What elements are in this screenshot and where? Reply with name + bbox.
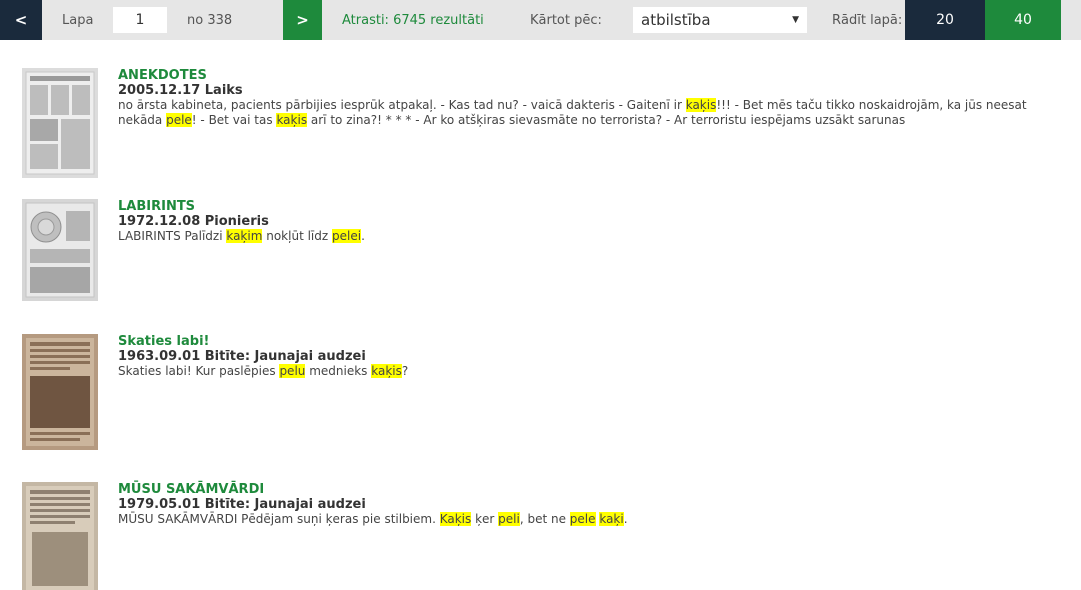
total-pages: no 338: [187, 12, 233, 28]
highlighted-term: pelu: [279, 364, 306, 378]
results-found-count: 6745 rezultāti: [393, 12, 484, 28]
pagination-toolbar: < Lapa no 338 > Atrasti: 6745 rezultāti …: [0, 0, 1081, 40]
result-date-source: 1963.09.01 Bitīte: Jaunajai audzei: [118, 349, 366, 364]
per-page-20-button[interactable]: 20: [905, 0, 985, 40]
highlighted-term: kaķis: [371, 364, 402, 378]
prev-page-button[interactable]: <: [0, 0, 42, 40]
highlighted-term: kaķi: [599, 512, 624, 526]
result-thumbnail[interactable]: [22, 199, 98, 301]
result-snippet: no ārsta kabineta, pacients pārbijies ie…: [118, 98, 1068, 128]
results-found: Atrasti: 6745 rezultāti: [322, 0, 530, 40]
chevron-down-icon: ▼: [792, 15, 799, 25]
result-item: Skaties labi! 1963.09.01 Bitīte: Jaunaja…: [22, 334, 1072, 450]
result-thumbnail[interactable]: [22, 68, 98, 178]
result-item: MŪSU SAKĀMVĀRDI 1979.05.01 Bitīte: Jauna…: [22, 482, 1072, 590]
result-info: Skaties labi! 1963.09.01 Bitīte: Jaunaja…: [118, 334, 1068, 379]
highlighted-term: kaķim: [226, 229, 263, 243]
snippet-text: mednieks: [305, 364, 372, 378]
highlighted-term: pelei: [332, 229, 362, 243]
result-snippet: MŪSU SAKĀMVĀRDI Pēdējam suņi ķeras pie s…: [118, 512, 1068, 527]
result-title[interactable]: LABIRINTS: [118, 199, 1068, 214]
newspaper-thumbnail-icon: [22, 68, 98, 178]
result-title[interactable]: ANEKDOTES: [118, 68, 1068, 83]
snippet-text: no ārsta kabineta, pacients pārbijies ie…: [118, 98, 686, 112]
highlighted-term: pele: [569, 512, 596, 526]
snippet-text: nokļūt līdz: [262, 229, 332, 243]
snippet-text: .: [623, 512, 628, 526]
per-page-40-button[interactable]: 40: [985, 0, 1061, 40]
highlighted-term: kaķis: [685, 98, 717, 112]
highlighted-term: peli: [498, 512, 520, 526]
sort-label: Kārtot pēc:: [530, 12, 602, 28]
result-date-source: 1972.12.08 Pionieris: [118, 214, 269, 229]
highlighted-term: pele: [166, 113, 192, 127]
newspaper-thumbnail-icon: [22, 199, 98, 301]
results-found-prefix: Atrasti:: [342, 12, 389, 28]
magazine-page-thumbnail-icon: [22, 482, 98, 590]
sort-select-wrap: atbilstība ▼: [633, 0, 807, 40]
snippet-text: LABIRINTS Palīdzi: [118, 229, 227, 243]
page-label: Lapa: [62, 12, 94, 28]
result-item: LABIRINTS 1972.12.08 Pionieris LABIRINTS…: [22, 199, 1072, 301]
sort-select[interactable]: atbilstība ▼: [633, 7, 807, 33]
next-page-button[interactable]: >: [283, 0, 322, 40]
magazine-page-thumbnail-icon: [22, 334, 98, 450]
page-number-input[interactable]: [113, 7, 167, 33]
result-thumbnail[interactable]: [22, 334, 98, 450]
snippet-text: ! - Bet vai tas: [191, 113, 277, 127]
result-date-source: 2005.12.17 Laiks: [118, 83, 243, 98]
snippet-text: .: [361, 229, 365, 243]
result-snippet: LABIRINTS Palīdzi kaķim nokļūt līdz pele…: [118, 229, 1068, 244]
result-item: ANEKDOTES 2005.12.17 Laiks no ārsta kabi…: [22, 68, 1072, 180]
snippet-text: ķer: [471, 512, 499, 526]
result-info: MŪSU SAKĀMVĀRDI 1979.05.01 Bitīte: Jauna…: [118, 482, 1068, 527]
snippet-text: ?: [401, 364, 409, 378]
result-date-source: 1979.05.01 Bitīte: Jaunajai audzei: [118, 497, 366, 512]
snippet-text: , bet ne: [519, 512, 570, 526]
result-title[interactable]: MŪSU SAKĀMVĀRDI: [118, 482, 1068, 497]
snippet-text: MŪSU SAKĀMVĀRDI Pēdējam suņi ķeras pie s…: [118, 512, 440, 526]
result-thumbnail[interactable]: [22, 482, 98, 590]
snippet-text: Skaties labi! Kur paslēpies: [118, 364, 280, 378]
result-title[interactable]: Skaties labi!: [118, 334, 1068, 349]
page-input-wrap: [113, 0, 167, 40]
result-snippet: Skaties labi! Kur paslēpies pelu medniek…: [118, 364, 1068, 379]
highlighted-term: Kaķis: [439, 512, 472, 526]
highlighted-term: kaķis: [276, 113, 308, 127]
sort-selected-value: atbilstība: [641, 11, 711, 29]
result-info: ANEKDOTES 2005.12.17 Laiks no ārsta kabi…: [118, 68, 1068, 128]
result-info: LABIRINTS 1972.12.08 Pionieris LABIRINTS…: [118, 199, 1068, 244]
per-page-label: Rādīt lapā:: [832, 12, 903, 28]
snippet-text: arī to zina?! * * * - Ar ko atšķiras sie…: [307, 113, 906, 127]
